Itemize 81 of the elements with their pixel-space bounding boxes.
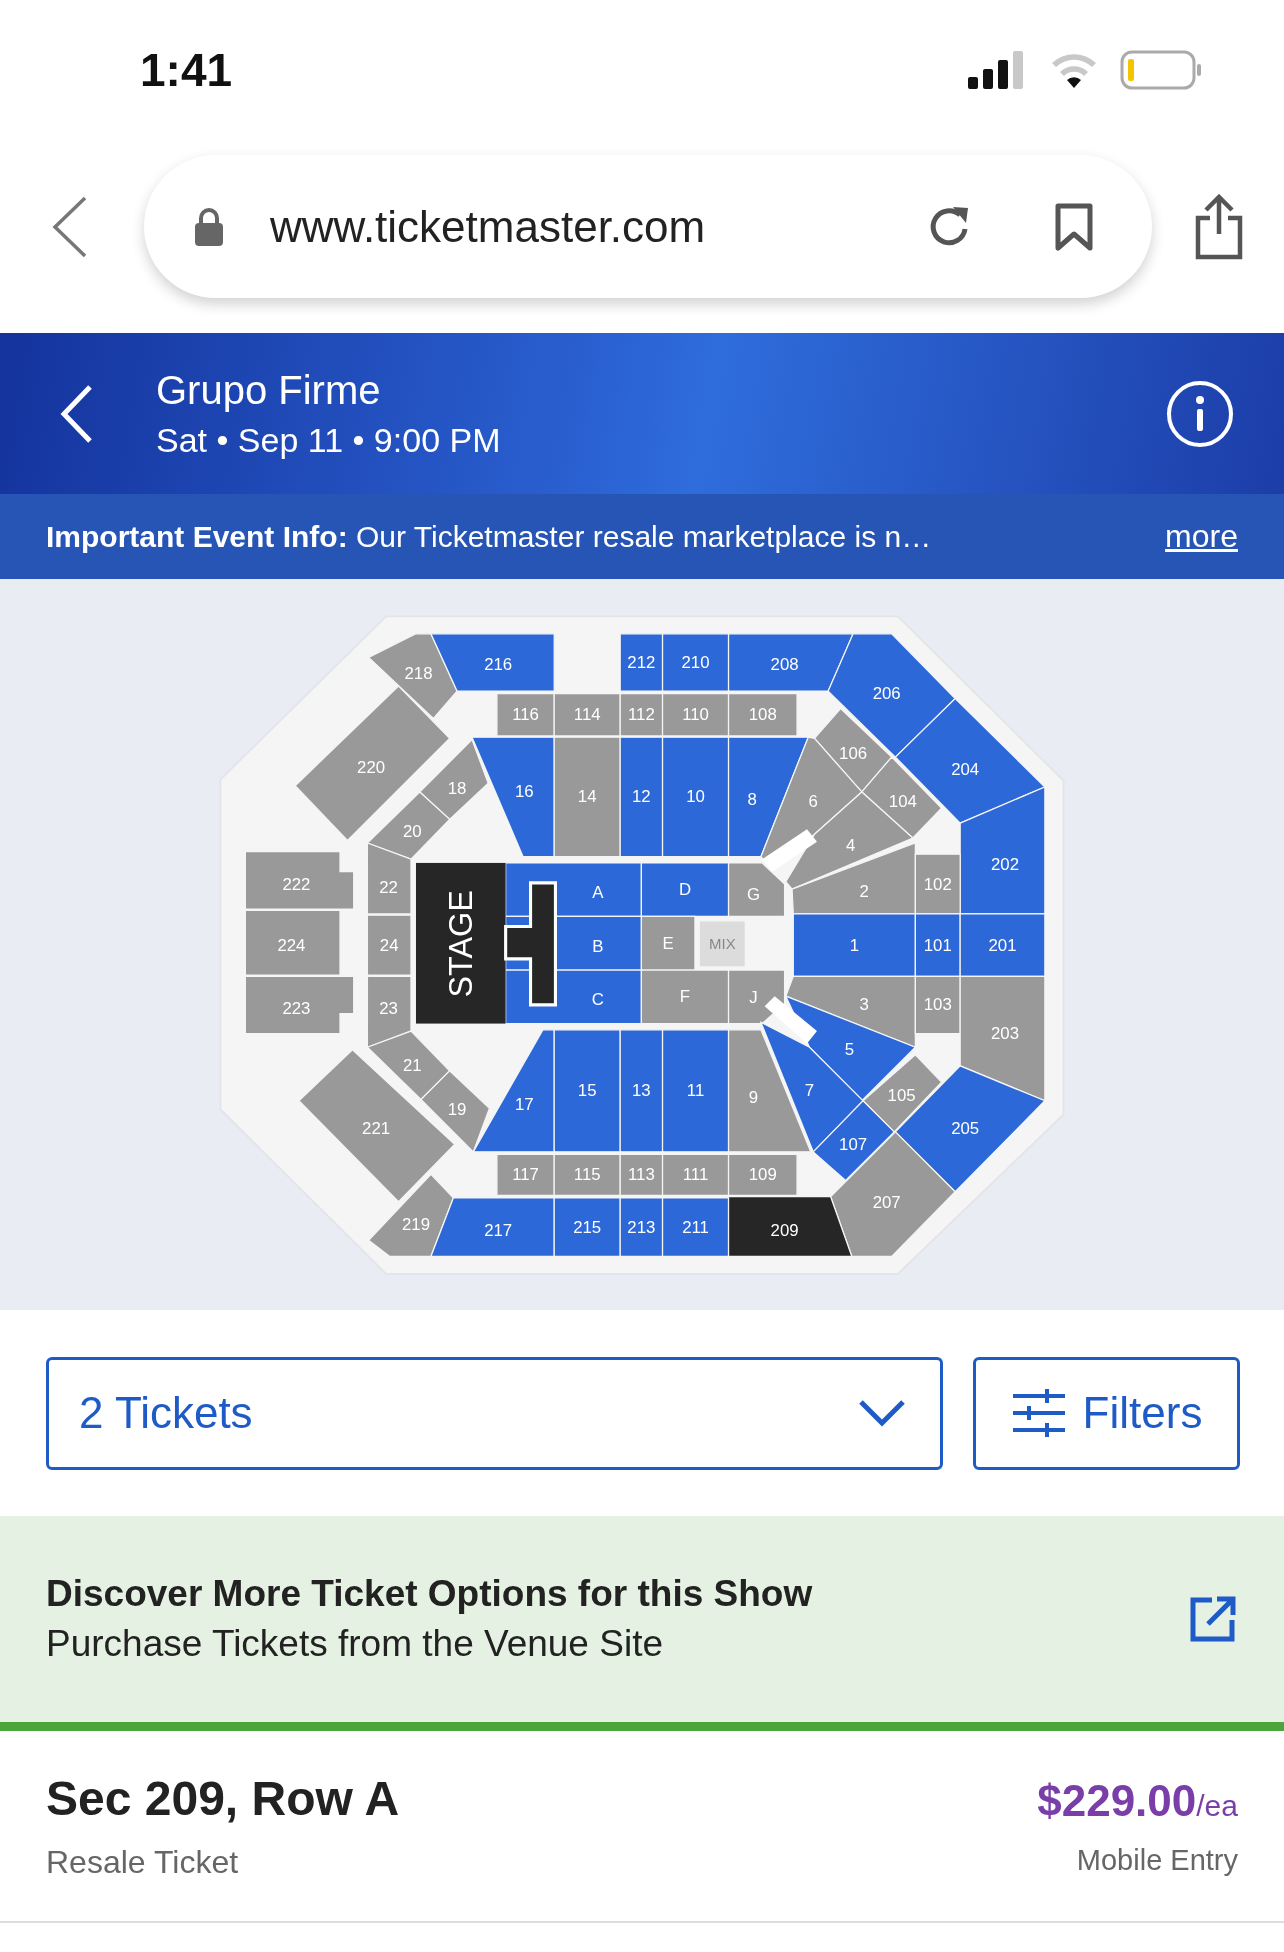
battery-icon [1120, 50, 1202, 90]
mix-booth: MIX [699, 921, 745, 967]
seat-section[interactable]: 8 [727, 736, 810, 858]
seat-section[interactable]: 18 [418, 738, 489, 821]
seat-section[interactable]: 112 [619, 692, 664, 737]
back-icon[interactable] [60, 383, 94, 444]
promo-banner[interactable]: Discover More Ticket Options for this Show Purchase Tickets from the Venue Site [0, 1516, 1284, 1731]
seat-section[interactable]: 13 [619, 1029, 664, 1153]
seat-section[interactable]: D [640, 862, 730, 918]
more-link[interactable]: more [1165, 518, 1238, 555]
seat-section[interactable]: 224 [244, 909, 341, 976]
bookmark-icon[interactable] [1054, 202, 1094, 251]
event-date: Sat • Sep 11 • 9:00 PM [156, 419, 502, 461]
seat-section[interactable]: 1 [792, 913, 916, 977]
seat-section[interactable]: 213 [619, 1197, 664, 1258]
seat-section[interactable]: 17 [472, 1029, 555, 1153]
ticket-quantity-dropdown[interactable]: 2 Tickets [46, 1356, 943, 1470]
seat-section[interactable]: 102 [914, 853, 961, 915]
seat-section[interactable]: 111 [661, 1153, 730, 1197]
seat-section[interactable]: 16 [471, 736, 555, 858]
seat-section[interactable]: F [640, 969, 730, 1025]
seat-section[interactable]: E [640, 915, 696, 971]
seat-section[interactable]: 218 [367, 633, 458, 720]
external-link-icon [1188, 1594, 1238, 1644]
url-text: www.ticketmaster.com [270, 201, 707, 252]
seat-section[interactable]: 109 [727, 1153, 798, 1197]
seat-section[interactable]: 212 [619, 633, 664, 692]
seat-section[interactable]: 201 [959, 913, 1046, 977]
delivery-method: Mobile Entry [1076, 1843, 1238, 1877]
chevron-down-icon [858, 1398, 906, 1428]
seat-section[interactable]: 219 [367, 1173, 455, 1258]
seat-section[interactable]: 117 [496, 1153, 555, 1197]
seat-section[interactable]: 209 [727, 1196, 853, 1258]
seat-section[interactable]: 105 [862, 1053, 943, 1133]
share-icon[interactable] [1194, 193, 1244, 260]
seat-section[interactable]: 12 [619, 736, 664, 858]
seat-section[interactable]: 101 [914, 913, 961, 977]
seat-section[interactable]: 11 [661, 1029, 730, 1153]
seat-section[interactable]: G [727, 862, 786, 918]
walkway [762, 829, 817, 872]
seat-section[interactable]: 211 [661, 1197, 730, 1258]
seat-section[interactable]: 103 [914, 975, 961, 1035]
seat-section[interactable]: 222 [244, 851, 355, 910]
back-icon[interactable] [52, 195, 88, 258]
ticket-price: $229.00 [1037, 1775, 1197, 1826]
seat-section[interactable]: 113 [619, 1153, 664, 1197]
seat-section[interactable]: 106 [813, 707, 893, 793]
promo-title: Discover More Ticket Options for this Show [46, 1573, 813, 1615]
address-bar[interactable]: www.ticketmaster.com [144, 155, 1152, 298]
walkway [764, 996, 817, 1044]
seat-section[interactable]: 203 [959, 975, 1046, 1102]
section-row: Sec 209, Row A [46, 1771, 400, 1826]
stage: STAGE [416, 862, 557, 1024]
seat-section[interactable]: 24 [366, 914, 412, 976]
seat-section[interactable]: 15 [553, 1029, 621, 1153]
seat-section[interactable]: 215 [553, 1197, 621, 1258]
seat-section[interactable]: 114 [553, 692, 621, 737]
notice-text: Important Event Info: Our Ticketmaster resale marketplace is n… [46, 519, 932, 554]
ticket-type: Resale Ticket [46, 1844, 240, 1881]
event-title: Grupo Firme [156, 366, 382, 414]
seat-section[interactable]: 223 [244, 975, 355, 1035]
seat-section[interactable]: 115 [553, 1153, 621, 1197]
seat-section[interactable]: 202 [959, 786, 1046, 915]
seat-section[interactable]: 110 [661, 692, 730, 737]
wifi-icon [1050, 52, 1098, 88]
seat-section[interactable]: 14 [553, 736, 621, 858]
lock-icon [194, 207, 224, 246]
seat-section[interactable]: 19 [420, 1070, 491, 1153]
seat-section[interactable]: 210 [661, 633, 730, 692]
seat-section[interactable]: 108 [727, 692, 798, 737]
price-unit: /ea [1196, 1788, 1238, 1823]
info-icon[interactable] [1166, 379, 1234, 448]
seat-section[interactable]: 20 [366, 791, 451, 860]
promo-subtitle: Purchase Tickets from the Venue Site [46, 1623, 664, 1665]
status-time: 1:41 [140, 43, 233, 97]
ticket-listing[interactable]: Sec 209, Row A Resale Ticket $229.00/ea Mobile Entry [0, 1731, 1284, 1923]
seat-section[interactable]: 116 [496, 692, 555, 737]
filters-button[interactable]: Filters [973, 1356, 1240, 1470]
sliders-icon [1010, 1388, 1067, 1438]
seat-section[interactable]: 21 [366, 1030, 451, 1101]
seat-section[interactable]: 10 [661, 736, 730, 858]
